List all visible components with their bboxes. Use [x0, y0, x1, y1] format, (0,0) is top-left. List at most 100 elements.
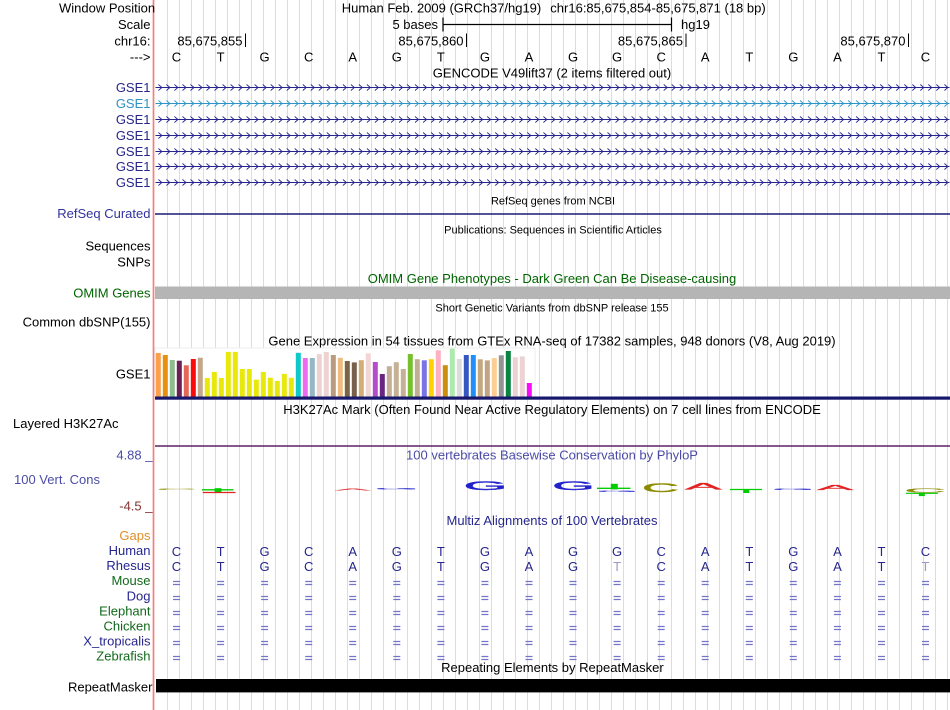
- svg-text:G: G: [568, 559, 578, 574]
- svg-text:85,675,860: 85,675,860: [398, 34, 463, 49]
- svg-text:Common dbSNP(155): Common dbSNP(155): [23, 315, 151, 330]
- svg-text:T: T: [217, 559, 225, 574]
- svg-text:T: T: [745, 50, 753, 65]
- svg-text:C: C: [304, 544, 313, 559]
- svg-text:G: G: [480, 544, 490, 559]
- svg-text:A: A: [348, 50, 357, 65]
- svg-text:SNPs: SNPs: [117, 255, 151, 270]
- svg-text:G: G: [772, 488, 814, 490]
- svg-text:-4.5 _: -4.5 _: [119, 499, 153, 514]
- svg-text:Scale: Scale: [118, 17, 151, 32]
- svg-text:C: C: [657, 544, 666, 559]
- svg-text:GENCODE V49lift37 (2 items fil: GENCODE V49lift37 (2 items filtered out): [433, 66, 671, 81]
- svg-text:T: T: [437, 544, 445, 559]
- svg-text:GSE1: GSE1: [116, 144, 151, 159]
- svg-text:GSE1: GSE1: [116, 112, 151, 127]
- svg-text:G: G: [375, 488, 419, 490]
- svg-text:chr16:: chr16:: [114, 34, 150, 49]
- svg-text:C: C: [921, 544, 930, 559]
- svg-text:G: G: [552, 479, 594, 492]
- svg-text:GSE1: GSE1: [116, 367, 151, 382]
- svg-text:T: T: [437, 50, 445, 65]
- svg-text:H3K27Ac Mark (Often Found Near: H3K27Ac Mark (Often Found Near Active Re…: [283, 402, 821, 417]
- svg-text:C: C: [657, 50, 666, 65]
- svg-text:C: C: [157, 488, 197, 490]
- svg-text:100 Vert. Cons: 100 Vert. Cons: [14, 472, 100, 487]
- svg-text:G: G: [788, 559, 798, 574]
- svg-text:A: A: [335, 488, 372, 491]
- svg-text:Short Genetic Variants from db: Short Genetic Variants from dbSNP releas…: [435, 303, 668, 315]
- svg-text:G: G: [392, 559, 402, 574]
- svg-text:A: A: [833, 50, 842, 65]
- svg-text:G: G: [260, 544, 270, 559]
- svg-text:Repeating Elements by RepeatMa: Repeating Elements by RepeatMasker: [441, 660, 664, 675]
- svg-text:T: T: [745, 544, 753, 559]
- svg-text:Layered H3K27Ac: Layered H3K27Ac: [13, 416, 119, 431]
- svg-text:T: T: [217, 50, 225, 65]
- svg-text:C: C: [172, 544, 181, 559]
- svg-text:G: G: [392, 50, 402, 65]
- svg-text:A: A: [701, 559, 710, 574]
- svg-text:OMIM Gene Phenotypes - Dark Gr: OMIM Gene Phenotypes - Dark Green Can Be…: [368, 271, 737, 286]
- svg-text:GSE1: GSE1: [116, 80, 151, 95]
- svg-text:85,675,865: 85,675,865: [618, 34, 683, 49]
- svg-text:T: T: [217, 544, 225, 559]
- svg-text:--->: --->: [130, 50, 151, 65]
- svg-text:C: C: [642, 481, 678, 495]
- svg-text:A: A: [348, 559, 357, 574]
- svg-text:5 bases: 5 bases: [392, 17, 438, 32]
- svg-text:T: T: [878, 50, 886, 65]
- svg-text:T: T: [437, 559, 445, 574]
- svg-text:C: C: [921, 50, 930, 65]
- svg-text:Multiz Alignments of 100 Verte: Multiz Alignments of 100 Vertebrates: [446, 513, 658, 528]
- svg-text:Chicken: Chicken: [104, 619, 151, 634]
- svg-text:A: A: [833, 544, 842, 559]
- svg-text:G: G: [392, 544, 402, 559]
- svg-text:GSE1: GSE1: [116, 128, 151, 143]
- svg-text:A: A: [685, 482, 723, 492]
- svg-text:C: C: [304, 50, 313, 65]
- svg-text:A: A: [701, 544, 710, 559]
- svg-text:100 vertebrates Basewise Conse: 100 vertebrates Basewise Conservation by…: [406, 448, 698, 463]
- svg-text:G: G: [568, 544, 578, 559]
- svg-text:A: A: [525, 50, 534, 65]
- svg-text:A: A: [525, 544, 534, 559]
- svg-text:Dog: Dog: [127, 589, 151, 604]
- svg-text:GSE1: GSE1: [116, 159, 151, 174]
- svg-text:G: G: [568, 50, 578, 65]
- svg-text:C: C: [304, 559, 313, 574]
- svg-text:A: A: [525, 559, 534, 574]
- svg-text:Zebrafish: Zebrafish: [96, 649, 150, 664]
- svg-text:GSE1: GSE1: [116, 96, 151, 111]
- svg-text:A: A: [817, 484, 853, 492]
- svg-text:Mouse: Mouse: [111, 573, 150, 588]
- svg-text:OMIM Genes: OMIM Genes: [73, 286, 151, 301]
- svg-text:hg19: hg19: [681, 17, 710, 32]
- svg-text:A: A: [833, 559, 842, 574]
- svg-text:G: G: [260, 50, 270, 65]
- svg-text:Gaps: Gaps: [119, 528, 151, 543]
- svg-text:85,675,855: 85,675,855: [177, 34, 242, 49]
- svg-text:G: G: [597, 490, 638, 492]
- svg-text:Elephant: Elephant: [99, 604, 151, 619]
- svg-text:G: G: [480, 50, 490, 65]
- svg-text:85,675,870: 85,675,870: [840, 34, 905, 49]
- svg-text:Sequences: Sequences: [85, 239, 151, 254]
- svg-text:GSE1: GSE1: [116, 175, 151, 190]
- svg-text:Human Feb. 2009 (GRCh37/hg19): Human Feb. 2009 (GRCh37/hg19): [342, 1, 541, 16]
- svg-text:4.88 _: 4.88 _: [116, 448, 153, 463]
- svg-text:T: T: [745, 559, 753, 574]
- svg-text:C: C: [172, 559, 181, 574]
- svg-text:RefSeq Curated: RefSeq Curated: [57, 206, 150, 221]
- svg-text:T: T: [878, 559, 886, 574]
- svg-text:X_tropicalis: X_tropicalis: [83, 634, 151, 649]
- svg-text:A: A: [701, 50, 710, 65]
- svg-text:G: G: [612, 50, 622, 65]
- svg-text:RepeatMasker: RepeatMasker: [68, 680, 153, 695]
- svg-text:G: G: [480, 559, 490, 574]
- svg-text:T: T: [922, 559, 930, 574]
- svg-text:chr16:85,675,854-85,675,871 (1: chr16:85,675,854-85,675,871 (18 bp): [550, 1, 765, 16]
- svg-text:Gene Expression in 54 tissues: Gene Expression in 54 tissues from GTEx …: [268, 334, 835, 349]
- svg-text:T: T: [878, 544, 886, 559]
- svg-text:RefSeq genes from NCBI: RefSeq genes from NCBI: [491, 196, 615, 208]
